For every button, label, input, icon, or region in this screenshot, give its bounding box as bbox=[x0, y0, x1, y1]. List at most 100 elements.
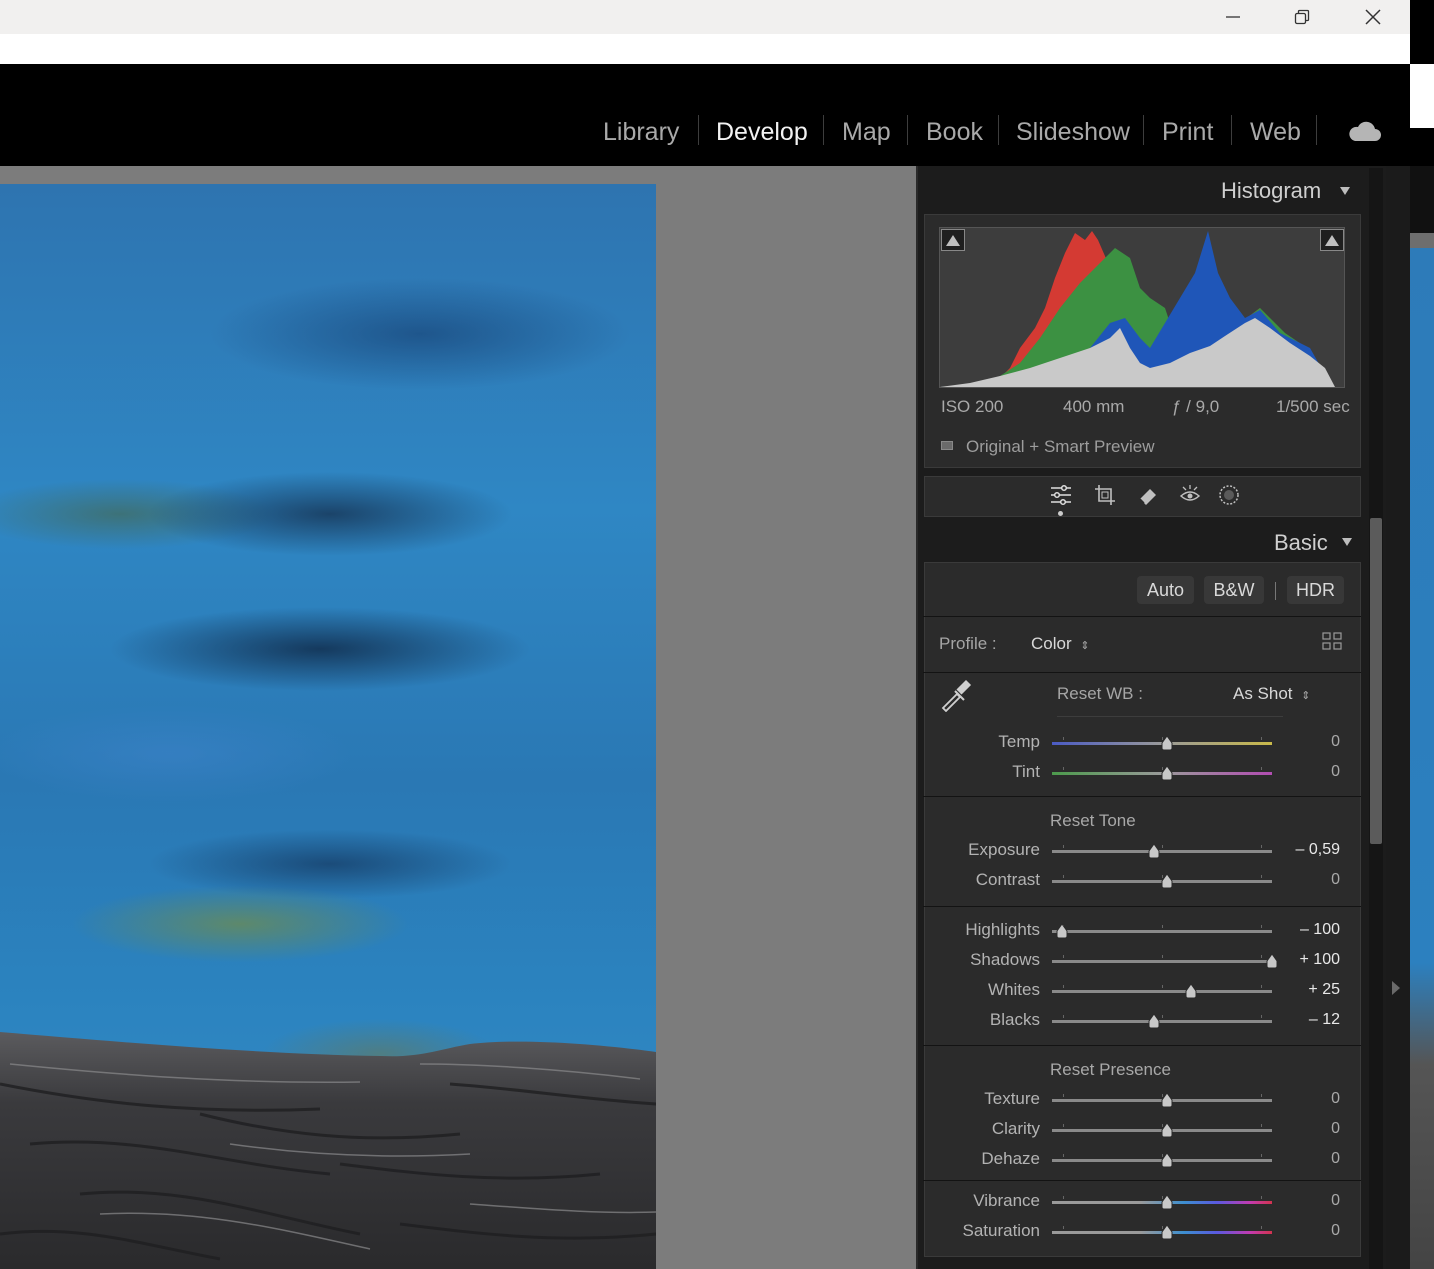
exif-focal-length: 400 mm bbox=[1063, 397, 1125, 416]
contrast-value[interactable]: 0 bbox=[1280, 871, 1340, 889]
vibrance-slider-thumb[interactable] bbox=[1161, 1194, 1173, 1210]
whites-value[interactable]: + 25 bbox=[1280, 981, 1340, 999]
module-develop[interactable]: Develop bbox=[716, 116, 808, 148]
shadows-value[interactable]: + 100 bbox=[1280, 951, 1340, 969]
slider-tick bbox=[1063, 1015, 1064, 1018]
sliders-icon[interactable] bbox=[1049, 483, 1073, 507]
module-picker bbox=[0, 64, 1410, 166]
background-window-photo bbox=[1410, 248, 1434, 1269]
module-separator bbox=[823, 115, 824, 145]
exposure-slider[interactable] bbox=[1052, 850, 1272, 853]
expand-right-icon[interactable] bbox=[1392, 981, 1400, 995]
module-library[interactable]: Library bbox=[603, 116, 679, 148]
mask-icon[interactable] bbox=[1217, 483, 1241, 507]
dehaze-value[interactable]: 0 bbox=[1280, 1150, 1340, 1168]
restore-button[interactable] bbox=[1267, 0, 1337, 34]
eyedropper-icon[interactable] bbox=[939, 678, 973, 712]
cloud-icon[interactable] bbox=[1347, 119, 1381, 143]
module-book[interactable]: Book bbox=[926, 116, 983, 148]
dehaze-slider-thumb[interactable] bbox=[1161, 1152, 1173, 1168]
texture-slider-thumb[interactable] bbox=[1161, 1092, 1173, 1108]
slider-tick bbox=[1063, 985, 1064, 988]
shadows-slider-thumb[interactable] bbox=[1266, 953, 1278, 969]
blacks-slider-thumb[interactable] bbox=[1148, 1013, 1160, 1029]
hdr-button[interactable]: HDR bbox=[1287, 576, 1344, 604]
profile-value: Color bbox=[1031, 634, 1072, 653]
reset-presence-label[interactable]: Reset Presence bbox=[1050, 1060, 1171, 1080]
profile-select[interactable]: Color ⇕ bbox=[1031, 634, 1090, 654]
dehaze-label: Dehaze bbox=[981, 1149, 1040, 1168]
slider-tick bbox=[1261, 1226, 1262, 1229]
basic-header[interactable]: Basic bbox=[1274, 530, 1328, 556]
smart-preview-icon[interactable] bbox=[941, 441, 953, 450]
shadow-clipping-toggle[interactable] bbox=[941, 229, 965, 251]
bw-button[interactable]: B&W bbox=[1204, 576, 1264, 604]
crop-icon[interactable] bbox=[1093, 483, 1117, 507]
module-web[interactable]: Web bbox=[1250, 116, 1301, 148]
whites-slider[interactable] bbox=[1052, 990, 1272, 993]
histogram-graph[interactable] bbox=[939, 227, 1345, 388]
tint-slider-thumb[interactable] bbox=[1161, 765, 1173, 781]
slider-tick bbox=[1063, 845, 1064, 848]
histogram-chart bbox=[940, 231, 1335, 387]
collapse-basic-icon[interactable] bbox=[1342, 538, 1352, 546]
highlights-value[interactable]: – 100 bbox=[1280, 921, 1340, 939]
heal-icon[interactable] bbox=[1136, 483, 1160, 507]
minimize-button[interactable] bbox=[1198, 0, 1268, 34]
photo-preview[interactable] bbox=[0, 184, 656, 1269]
slider-tick bbox=[1261, 1094, 1262, 1097]
module-slideshow[interactable]: Slideshow bbox=[1016, 116, 1130, 148]
module-separator bbox=[998, 115, 999, 145]
tint-value[interactable]: 0 bbox=[1280, 763, 1340, 781]
blacks-slider[interactable] bbox=[1052, 1020, 1272, 1023]
module-map[interactable]: Map bbox=[842, 116, 891, 148]
saturation-label: Saturation bbox=[962, 1221, 1041, 1240]
whites-slider-thumb[interactable] bbox=[1185, 983, 1197, 999]
texture-value[interactable]: 0 bbox=[1280, 1090, 1340, 1108]
slider-tick bbox=[1261, 1196, 1262, 1199]
slider-tick bbox=[1162, 925, 1163, 928]
highlights-slider[interactable] bbox=[1052, 930, 1272, 933]
module-separator bbox=[907, 115, 908, 145]
module-print[interactable]: Print bbox=[1162, 116, 1213, 148]
slider-tick bbox=[1261, 925, 1262, 928]
panel-scrollbar-thumb[interactable] bbox=[1370, 518, 1382, 844]
temp-value[interactable]: 0 bbox=[1280, 733, 1340, 751]
highlight-clipping-toggle[interactable] bbox=[1320, 229, 1344, 251]
slider-tick bbox=[1063, 955, 1064, 958]
histogram-header[interactable]: Histogram bbox=[1221, 178, 1321, 204]
shadows-slider[interactable] bbox=[1052, 960, 1272, 963]
vibrance-value[interactable]: 0 bbox=[1280, 1192, 1340, 1210]
right-panel-edge[interactable] bbox=[1386, 166, 1410, 1269]
contrast-slider-thumb[interactable] bbox=[1161, 873, 1173, 889]
blacks-value[interactable]: – 12 bbox=[1280, 1011, 1340, 1029]
auto-button[interactable]: Auto bbox=[1137, 576, 1194, 604]
section-divider bbox=[923, 906, 1361, 907]
collapse-histogram-icon[interactable] bbox=[1340, 187, 1350, 195]
clarity-value[interactable]: 0 bbox=[1280, 1120, 1340, 1138]
highlights-slider-thumb[interactable] bbox=[1056, 923, 1068, 939]
wb-select[interactable]: As Shot ⇕ bbox=[1233, 684, 1311, 704]
temp-slider-thumb[interactable] bbox=[1161, 735, 1173, 751]
exposure-slider-thumb[interactable] bbox=[1148, 843, 1160, 859]
clarity-slider-thumb[interactable] bbox=[1161, 1122, 1173, 1138]
background-window bbox=[1410, 0, 1434, 64]
whites-label: Whites bbox=[988, 980, 1040, 999]
slider-tick bbox=[1261, 1015, 1262, 1018]
updown-icon: ⇕ bbox=[1080, 640, 1090, 652]
module-separator bbox=[1231, 115, 1232, 145]
preview-status[interactable]: Original + Smart Preview bbox=[966, 437, 1154, 457]
slider-tick bbox=[1063, 875, 1064, 878]
saturation-slider-thumb[interactable] bbox=[1161, 1224, 1173, 1240]
reset-wb-label[interactable]: Reset WB : bbox=[1057, 684, 1143, 704]
saturation-value[interactable]: 0 bbox=[1280, 1222, 1340, 1240]
menu-bar bbox=[0, 34, 1410, 64]
window-title-bar bbox=[0, 0, 1410, 34]
reset-tone-label[interactable]: Reset Tone bbox=[1050, 811, 1136, 831]
close-button[interactable] bbox=[1338, 0, 1408, 34]
redeye-icon[interactable] bbox=[1178, 483, 1202, 507]
slider-tick bbox=[1063, 1124, 1064, 1127]
minimize-icon bbox=[1226, 16, 1240, 18]
exposure-value[interactable]: – 0,59 bbox=[1280, 841, 1340, 859]
grid-icon[interactable] bbox=[1322, 632, 1342, 650]
